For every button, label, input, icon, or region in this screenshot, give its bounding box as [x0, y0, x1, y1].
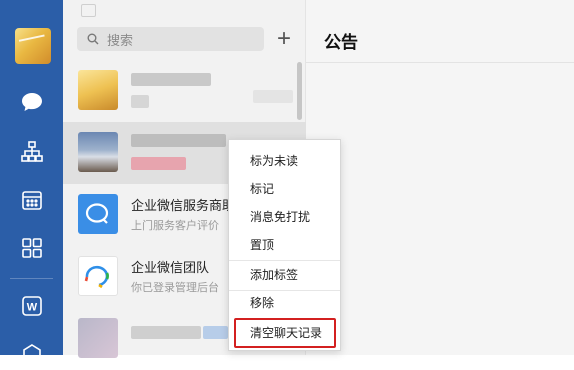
main-panel: 公告: [306, 0, 574, 355]
calendar-icon[interactable]: [16, 186, 48, 214]
conversation-name: 企业微信团队: [131, 260, 210, 275]
window-control-icon[interactable]: [81, 4, 96, 17]
blurred-preview: [131, 95, 149, 108]
menu-item-mark[interactable]: 标记: [229, 176, 340, 202]
blurred-preview: [131, 157, 186, 170]
conversation-avatar: [78, 256, 118, 296]
conversation-item[interactable]: [63, 60, 306, 122]
org-chart-icon[interactable]: [16, 138, 48, 166]
apps-grid-icon[interactable]: [16, 234, 48, 262]
menu-item-pin-top[interactable]: 置顶: [229, 232, 340, 258]
conversation-preview: 你已登录管理后台: [131, 282, 219, 294]
word-doc-icon[interactable]: W: [16, 292, 48, 320]
more-icon[interactable]: [16, 338, 48, 366]
conversation-preview: 上门服务客户评价: [131, 220, 219, 232]
menu-item-mark-unread[interactable]: 标为未读: [229, 148, 340, 174]
chat-bubble-icon[interactable]: [16, 88, 48, 116]
menu-item-add-tag[interactable]: 添加标签: [229, 262, 340, 288]
conversation-avatar: [78, 132, 118, 172]
rail-divider: [10, 278, 53, 279]
search-placeholder: 搜索: [107, 32, 134, 48]
header-divider: [306, 62, 574, 63]
search-box[interactable]: 搜索: [77, 27, 264, 51]
conversation-avatar: [78, 318, 118, 358]
blurred-time: [253, 90, 293, 103]
context-menu: 标为未读 标记 消息免打扰 置顶 添加标签 移除 清空聊天记录: [228, 139, 341, 351]
page-title: 公告: [324, 33, 358, 52]
menu-item-remove[interactable]: 移除: [229, 290, 340, 316]
highlight-box: [234, 318, 336, 348]
conversation-avatar: [78, 70, 118, 110]
conversation-avatar: [78, 194, 118, 234]
blurred-name: [131, 134, 226, 147]
profile-avatar[interactable]: [15, 28, 51, 64]
svg-text:W: W: [27, 302, 38, 314]
add-button[interactable]: +: [273, 25, 295, 52]
blurred-name: [203, 326, 228, 339]
menu-item-do-not-disturb[interactable]: 消息免打扰: [229, 204, 340, 230]
blurred-name: [131, 326, 201, 339]
blurred-name: [131, 73, 211, 86]
conversation-name: 企业微信服务商助: [131, 198, 236, 213]
search-icon: [87, 33, 99, 45]
menu-divider: [229, 260, 340, 261]
navigation-rail: W: [0, 0, 63, 362]
